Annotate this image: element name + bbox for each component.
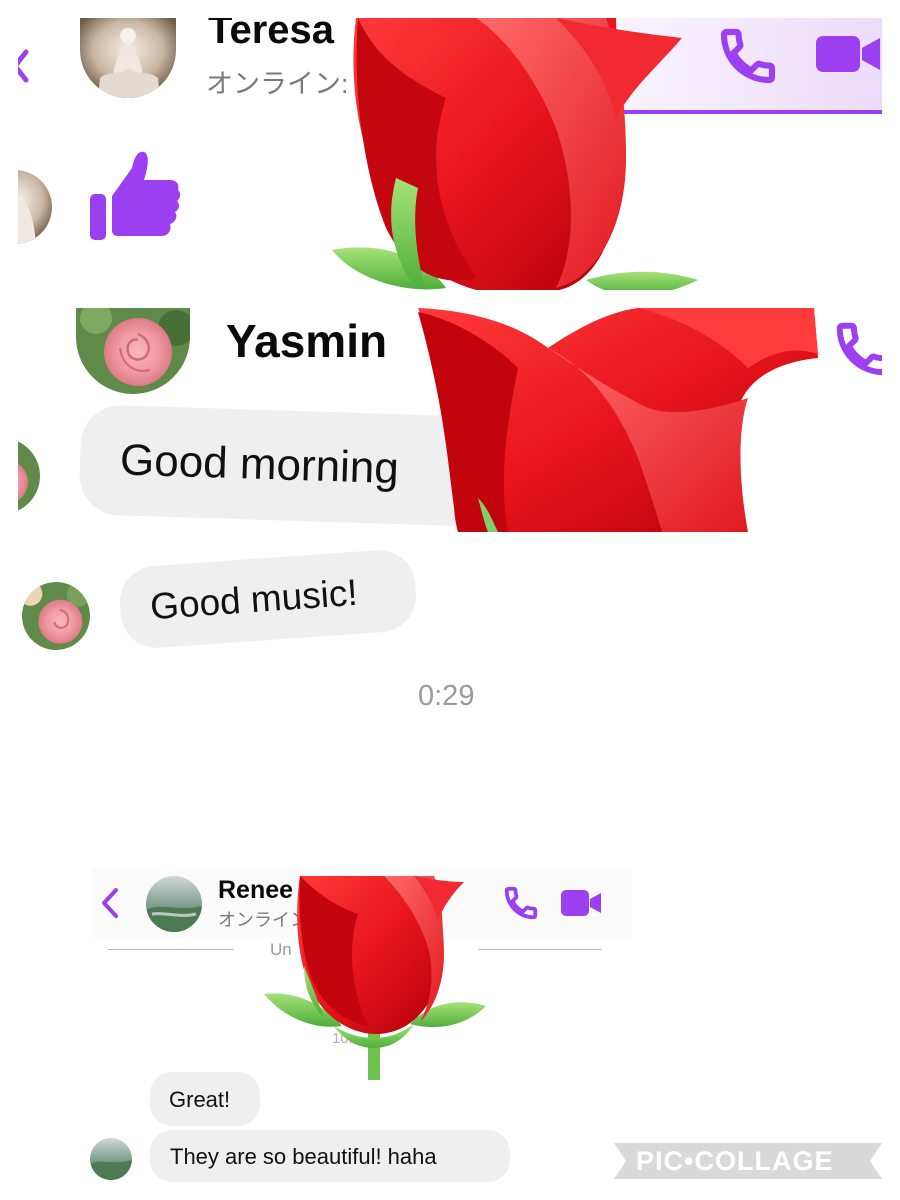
thumbs-up-icon[interactable] — [88, 148, 184, 244]
contact-name: Teresa — [208, 18, 335, 52]
avatar[interactable] — [18, 170, 52, 244]
phone-icon[interactable] — [832, 318, 882, 380]
message-text: They are so beautiful! haha — [170, 1144, 437, 1169]
avatar[interactable] — [18, 438, 40, 514]
message-text: Great! — [169, 1087, 231, 1112]
message-text: Good morning — [119, 435, 400, 494]
rose-sticker — [264, 876, 486, 1082]
message-bubble[interactable]: They are so beautiful! haha — [150, 1130, 510, 1182]
video-camera-icon[interactable] — [560, 888, 602, 918]
avatar[interactable] — [19, 579, 93, 653]
video-camera-icon[interactable] — [814, 32, 882, 76]
avatar[interactable] — [146, 876, 202, 932]
message-bubble[interactable]: Great! — [150, 1072, 260, 1126]
back-chevron-icon[interactable] — [98, 886, 122, 920]
message-text: Good music! — [148, 571, 359, 628]
divider-line — [108, 949, 234, 950]
phone-icon[interactable] — [716, 24, 780, 88]
watermark-text: PIC•COLLAGE — [636, 1146, 834, 1176]
rose-sticker — [326, 18, 698, 290]
avatar[interactable] — [90, 1138, 132, 1180]
voice-duration: 0:29 — [418, 680, 475, 712]
contact-name: Yasmin — [226, 315, 388, 367]
back-chevron-icon[interactable] — [18, 46, 32, 86]
divider-line — [478, 949, 602, 950]
message-bubble[interactable]: Good music! — [117, 547, 419, 651]
phone-icon[interactable] — [502, 884, 540, 922]
rose-sticker — [418, 308, 818, 532]
watermark: PIC•COLLAGE — [614, 1143, 882, 1179]
